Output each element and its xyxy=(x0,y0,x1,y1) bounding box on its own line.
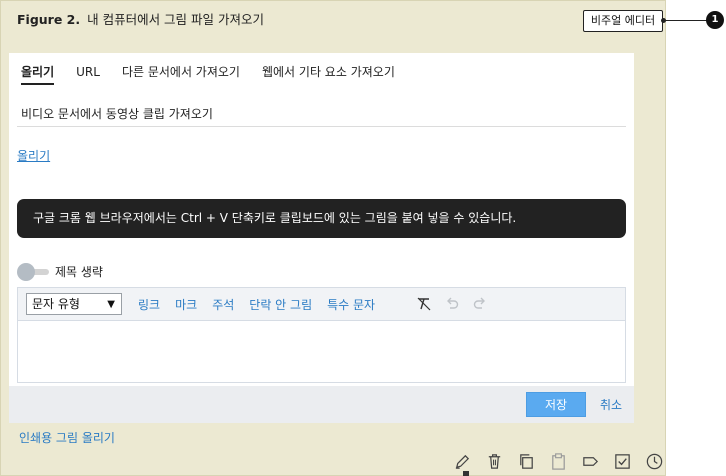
tab-web-elements[interactable]: 웹에서 기타 요소 가져오기 xyxy=(262,63,395,85)
bottom-toolbar xyxy=(453,452,664,471)
checkbox-icon[interactable] xyxy=(613,452,632,471)
editor-content-area[interactable] xyxy=(18,322,625,382)
redo-icon[interactable] xyxy=(472,296,488,312)
special-char-button[interactable]: 특수 문자 xyxy=(327,296,375,313)
visual-editor-callout-tag: 비주얼 에디터 xyxy=(583,10,663,32)
figure-title: Figure 2. 내 컴퓨터에서 그림 파일 가져오기 xyxy=(17,9,264,28)
toggle-knob xyxy=(17,262,35,281)
save-button[interactable]: 저장 xyxy=(526,392,586,417)
upload-link[interactable]: 올리기 xyxy=(17,147,50,164)
source-tabs: 올리기 URL 다른 문서에서 가져오기 웹에서 기타 요소 가져오기 xyxy=(21,63,395,85)
toolbar-icons xyxy=(416,296,488,312)
clock-icon[interactable] xyxy=(645,452,664,471)
chevron-down-icon: ▼ xyxy=(107,299,115,310)
caption-toggle-label: 제목 생략 xyxy=(55,265,103,279)
tab-video-clip[interactable]: 비디오 문서에서 동영상 클립 가져오기 xyxy=(21,105,213,122)
figure-title-text: 내 컴퓨터에서 그림 파일 가져오기 xyxy=(87,12,265,27)
image-upload-panel: 올리기 URL 다른 문서에서 가져오기 웹에서 기타 요소 가져오기 비디오 … xyxy=(9,53,634,423)
tab-upload[interactable]: 올리기 xyxy=(21,63,55,85)
toolbar-items: 링크 마크 주석 단락 안 그림 특수 문자 xyxy=(138,288,375,321)
clear-format-icon[interactable] xyxy=(416,296,432,312)
trash-icon[interactable] xyxy=(485,452,504,471)
copy-icon[interactable] xyxy=(517,452,536,471)
text-style-value: 문자 유형 xyxy=(32,297,80,311)
tag-icon[interactable] xyxy=(581,452,600,471)
cancel-button[interactable]: 취소 xyxy=(600,396,622,413)
tab-url[interactable]: URL xyxy=(76,63,100,85)
caption-toggle[interactable] xyxy=(17,262,49,281)
link-button[interactable]: 링크 xyxy=(138,296,160,313)
callout-number-badge: 1 xyxy=(706,11,724,29)
footnote-button[interactable]: 주석 xyxy=(212,296,234,313)
editor-toolbar: 문자 유형 ▼ 링크 마크 주석 단락 안 그림 특수 문자 xyxy=(18,288,625,321)
clipboard-icon[interactable] xyxy=(549,452,568,471)
visual-editor: 문자 유형 ▼ 링크 마크 주석 단락 안 그림 특수 문자 xyxy=(17,287,626,383)
mark-button[interactable]: 마크 xyxy=(175,296,197,313)
figure-frame: Figure 2. 내 컴퓨터에서 그림 파일 가져오기 올리기 URL 다른 … xyxy=(0,0,666,476)
tab-other-document[interactable]: 다른 문서에서 가져오기 xyxy=(122,63,240,85)
figure-label: Figure 2. xyxy=(17,12,81,27)
resize-marker xyxy=(463,471,469,476)
caption-toggle-row: 제목 생략 xyxy=(17,262,103,281)
action-bar: 저장 취소 xyxy=(9,386,634,423)
callout-line xyxy=(663,20,710,21)
tabs-divider xyxy=(17,126,626,127)
paste-hint-toast: 구글 크롬 웹 브라우저에서는 Ctrl + V 단축키로 클립보드에 있는 그… xyxy=(17,199,626,238)
pencil-icon[interactable] xyxy=(453,452,472,471)
undo-icon[interactable] xyxy=(444,296,460,312)
print-image-upload-link[interactable]: 인쇄용 그림 올리기 xyxy=(19,429,115,446)
text-style-select[interactable]: 문자 유형 ▼ xyxy=(26,293,122,315)
inline-image-button[interactable]: 단락 안 그림 xyxy=(249,296,312,313)
